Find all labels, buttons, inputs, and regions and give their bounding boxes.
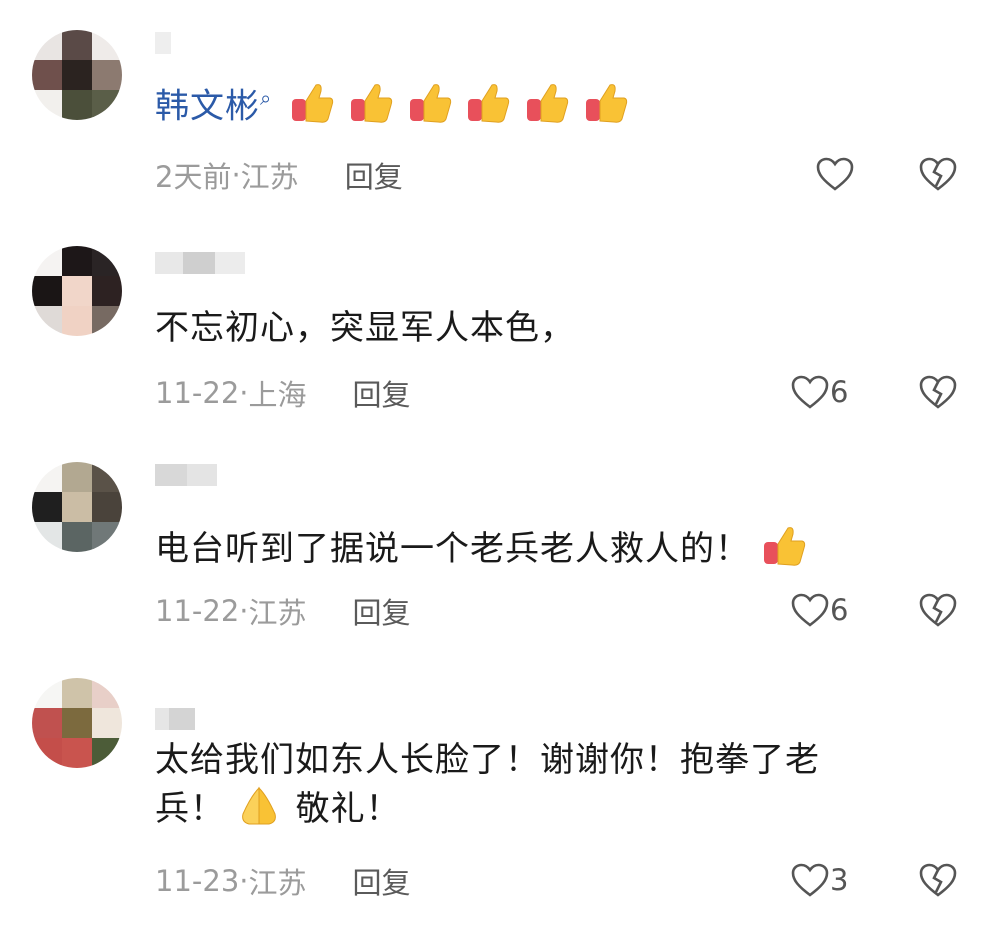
heart-outline-icon bbox=[791, 375, 829, 409]
comment-location: 江苏 bbox=[248, 866, 307, 900]
separator: · bbox=[239, 376, 249, 410]
comment-text-line: 太给我们如东人长脸了！谢谢你！抱拳了老 bbox=[155, 740, 820, 780]
thumbs-up-emoji bbox=[586, 84, 628, 124]
username-blurred[interactable] bbox=[155, 708, 195, 730]
mention-link[interactable]: 韩文彬 bbox=[155, 86, 260, 126]
broken-heart-icon bbox=[919, 863, 957, 897]
broken-heart-icon bbox=[919, 375, 957, 409]
comment-time: 2天前 bbox=[155, 160, 232, 194]
thumbs-up-emoji bbox=[292, 84, 334, 124]
heart-outline-icon bbox=[791, 863, 829, 897]
comment-text-content: 敬礼！ bbox=[295, 789, 401, 829]
separator: · bbox=[239, 864, 249, 898]
avatar[interactable] bbox=[32, 462, 122, 552]
like-count: 6 bbox=[830, 375, 849, 409]
comment-location: 江苏 bbox=[240, 160, 299, 194]
thumbs-up-emoji bbox=[763, 527, 805, 566]
comment-text: 韩文彬⌕ bbox=[155, 74, 915, 130]
comment-meta: 2天前 · 江苏 回复 bbox=[155, 154, 403, 196]
broken-heart-icon bbox=[919, 157, 957, 191]
comment-location: 上海 bbox=[248, 378, 307, 412]
thumbs-up-emoji bbox=[409, 84, 451, 124]
like-count: 3 bbox=[830, 863, 849, 897]
comment-time: 11-23 bbox=[155, 864, 240, 898]
reply-button[interactable]: 回复 bbox=[353, 860, 411, 902]
reply-button[interactable]: 回复 bbox=[353, 372, 411, 414]
dislike-button[interactable] bbox=[918, 374, 958, 414]
dislike-button[interactable] bbox=[918, 156, 958, 196]
pressed-hands-emoji bbox=[241, 786, 276, 825]
separator: · bbox=[239, 594, 249, 628]
search-icon: ⌕ bbox=[260, 86, 273, 110]
like-button[interactable]: 6 bbox=[790, 374, 848, 410]
heart-outline-icon bbox=[816, 157, 854, 191]
thumbs-up-emoji bbox=[527, 84, 569, 124]
like-button[interactable] bbox=[815, 156, 855, 192]
comment-time: 11-22 bbox=[155, 594, 240, 628]
thumbs-up-emoji bbox=[350, 84, 392, 124]
like-button[interactable]: 6 bbox=[790, 592, 848, 628]
comment-text-content: 电台听到了据说一个老兵老人救人的！ bbox=[155, 529, 750, 569]
comment-text: 不忘初心，突显军人本色， bbox=[155, 308, 575, 348]
reply-button[interactable]: 回复 bbox=[345, 154, 403, 196]
comment-text-content: 兵！ bbox=[155, 789, 225, 829]
broken-heart-icon bbox=[919, 593, 957, 627]
username-blurred[interactable] bbox=[155, 32, 171, 54]
comment-text: 电台听到了据说一个老兵老人救人的！ bbox=[155, 524, 915, 573]
reply-button[interactable]: 回复 bbox=[353, 590, 411, 632]
dislike-button[interactable] bbox=[918, 592, 958, 632]
avatar[interactable] bbox=[32, 30, 122, 120]
comment-meta: 11-22 · 上海 回复 bbox=[155, 372, 411, 414]
avatar[interactable] bbox=[32, 246, 122, 336]
thumbs-up-emoji-group bbox=[278, 84, 631, 126]
comment-text: 太给我们如东人长脸了！谢谢你！抱拳了老 兵！ 敬礼！ bbox=[155, 736, 915, 833]
heart-outline-icon bbox=[791, 593, 829, 627]
like-button[interactable]: 3 bbox=[790, 862, 848, 898]
avatar[interactable] bbox=[32, 678, 122, 768]
comment-location: 江苏 bbox=[248, 596, 307, 630]
comment-meta: 11-22 · 江苏 回复 bbox=[155, 590, 411, 632]
like-count: 6 bbox=[830, 593, 849, 627]
username-blurred[interactable] bbox=[155, 464, 217, 486]
dislike-button[interactable] bbox=[918, 862, 958, 902]
thumbs-up-emoji bbox=[468, 84, 510, 124]
comment-text-line: 兵！ 敬礼！ bbox=[155, 784, 915, 833]
comment-time: 11-22 bbox=[155, 376, 240, 410]
username-blurred[interactable] bbox=[155, 252, 245, 274]
separator: · bbox=[231, 158, 241, 192]
comment-meta: 11-23 · 江苏 回复 bbox=[155, 860, 411, 902]
